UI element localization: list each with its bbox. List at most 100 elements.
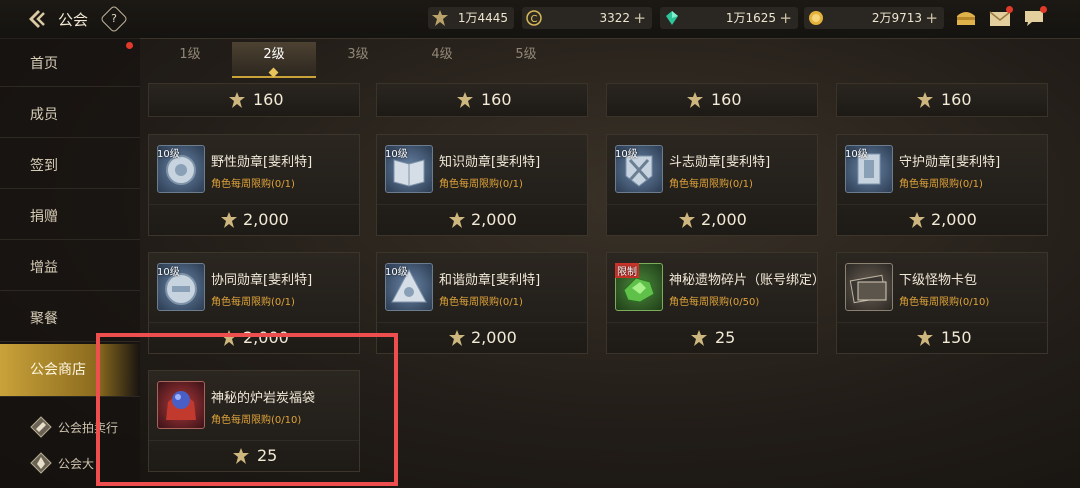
currency-3: 1万1625 + [660,7,798,29]
sunburst-coin-icon [432,10,448,26]
currency-value: 1万4445 [457,11,508,25]
level-badge: 10级 [157,149,180,160]
item-price-bar: 150 [837,322,1047,353]
currency-2: C 3322 + [522,7,652,29]
item-price: 160 [711,90,742,109]
purchase-limit: 角色每周限购(0/1) [211,179,295,190]
level-badge: 10级 [385,149,408,160]
sidebar-item-home[interactable]: 首页 [0,38,140,87]
shop-bag-icon[interactable] [954,8,978,28]
notification-dot [126,42,133,49]
item-name: 协同勋章[斐利特] [211,273,313,288]
sidebar-item-label: 公会大 [58,457,95,471]
shop-item-card[interactable]: 下级怪物卡包 角色每周限购(0/10) 150 [836,252,1048,354]
sidebar-item-donate[interactable]: 捐赠 [0,191,140,240]
item-name: 知识勋章[斐利特] [439,155,541,170]
price-strip[interactable]: 160 [836,83,1048,117]
item-price-bar: 2,000 [377,322,587,353]
sidebar-item-buffs[interactable]: 增益 [0,242,140,291]
active-tab-marker [268,67,279,78]
add-currency-button[interactable]: + [925,7,938,29]
item-name: 野性勋章[斐利特] [211,155,313,170]
item-price: 2,000 [243,210,289,229]
help-icon: ? [111,12,117,25]
item-price: 150 [941,328,972,347]
guild-coin-icon [691,330,707,346]
chat-icon[interactable] [1022,6,1047,28]
tab-level-3[interactable]: 3级 [316,42,400,76]
item-name: 斗志勋章[斐利特] [669,155,771,170]
tab-label: 5级 [515,47,537,62]
purchase-limit: 角色每周限购(0/1) [669,179,753,190]
item-price-bar: 2,000 [377,204,587,235]
guild-emblem-icon [30,452,52,474]
sidebar-item-label: 公会商店 [30,362,86,378]
purchase-limit: 角色每周限购(0/10) [899,297,990,308]
tab-level-1[interactable]: 1级 [148,42,232,76]
purchase-limit: 角色每周限购(0/50) [669,297,760,308]
item-price: 2,000 [471,328,517,347]
item-price-bar: 2,000 [607,204,817,235]
tab-label: 3级 [347,47,369,62]
item-price: 160 [941,90,972,109]
guild-coin-icon [917,330,933,346]
price-strip[interactable]: 160 [148,83,360,117]
monster-card-pack-icon [845,263,893,311]
level-badge: 10级 [385,267,408,278]
tab-level-5[interactable]: 5级 [484,42,568,76]
purchase-limit: 角色每周限购(0/1) [899,179,983,190]
level-tabs: 1级 2级 3级 4级 5级 [148,42,1068,78]
price-strip[interactable]: 160 [376,83,588,117]
highlight-box [96,333,398,486]
auction-icon [30,416,52,438]
shop-item-card[interactable]: 限制 神秘遗物碎片（账号绑定） 角色每周限购(0/50) 25 [606,252,825,354]
purchase-limit: 角色每周限购(0/1) [439,297,523,308]
price-strip[interactable]: 160 [606,83,818,117]
mail-icon[interactable] [988,6,1013,28]
add-currency-button[interactable]: + [633,7,646,29]
currency-value: 2万9713 [871,11,922,25]
svg-text:C: C [531,14,538,25]
add-currency-button[interactable]: + [779,7,792,29]
item-price: 25 [715,328,736,347]
sidebar-item-label: 捐赠 [30,209,58,225]
page-title: 公会 [58,11,89,29]
guild-coin-icon [909,212,925,228]
shop-item-card[interactable]: 10级 知识勋章[斐利特] 角色每周限购(0/1) 2,000 [376,134,588,236]
currency-value: 3322 [599,11,630,25]
shop-item-card[interactable]: 10级 野性勋章[斐利特] 角色每周限购(0/1) 2,000 [148,134,360,236]
bound-badge: 限制 [615,263,639,278]
notification-dot [1006,6,1013,13]
help-button[interactable]: ? [99,4,129,34]
shop-item-card[interactable]: 10级 守护勋章[斐利特] 角色每周限购(0/1) 2,000 [836,134,1048,236]
item-price: 160 [481,90,512,109]
sidebar-item-label: 增益 [30,260,58,276]
shop-item-card[interactable]: 10级 和谐勋章[斐利特] 角色每周限购(0/1) 2,000 [376,252,588,354]
back-arrow-icon[interactable] [24,7,50,31]
guild-coin-icon [679,212,695,228]
shop-item-card[interactable]: 10级 斗志勋章[斐利特] 角色每周限购(0/1) 2,000 [606,134,818,236]
item-price: 2,000 [471,210,517,229]
guild-coin-icon [917,92,933,108]
tab-level-2[interactable]: 2级 [232,42,316,78]
sidebar-item-members[interactable]: 成员 [0,89,140,138]
currency-value: 1万1625 [725,11,776,25]
currency-1: 1万4445 [428,7,514,29]
sidebar-item-label: 聚餐 [30,311,58,327]
notification-dot [1040,6,1047,13]
guild-coin-icon [687,92,703,108]
guild-coin-icon [457,92,473,108]
item-price-bar: 2,000 [837,204,1047,235]
green-gem-icon [664,10,680,26]
sidebar-item-label: 签到 [30,158,58,174]
top-bar: 公会 ? 1万4445 C 3322 + 1万1625 + 2万9713 + [0,0,1080,39]
sidebar-item-checkin[interactable]: 签到 [0,140,140,189]
tab-label: 1级 [179,47,201,62]
item-price: 2,000 [931,210,977,229]
tab-level-4[interactable]: 4级 [400,42,484,76]
item-name: 下级怪物卡包 [899,273,978,288]
purchase-limit: 角色每周限购(0/1) [439,179,523,190]
level-badge: 10级 [157,267,180,278]
tab-label: 2级 [263,47,285,62]
purchase-limit: 角色每周限购(0/1) [211,297,295,308]
